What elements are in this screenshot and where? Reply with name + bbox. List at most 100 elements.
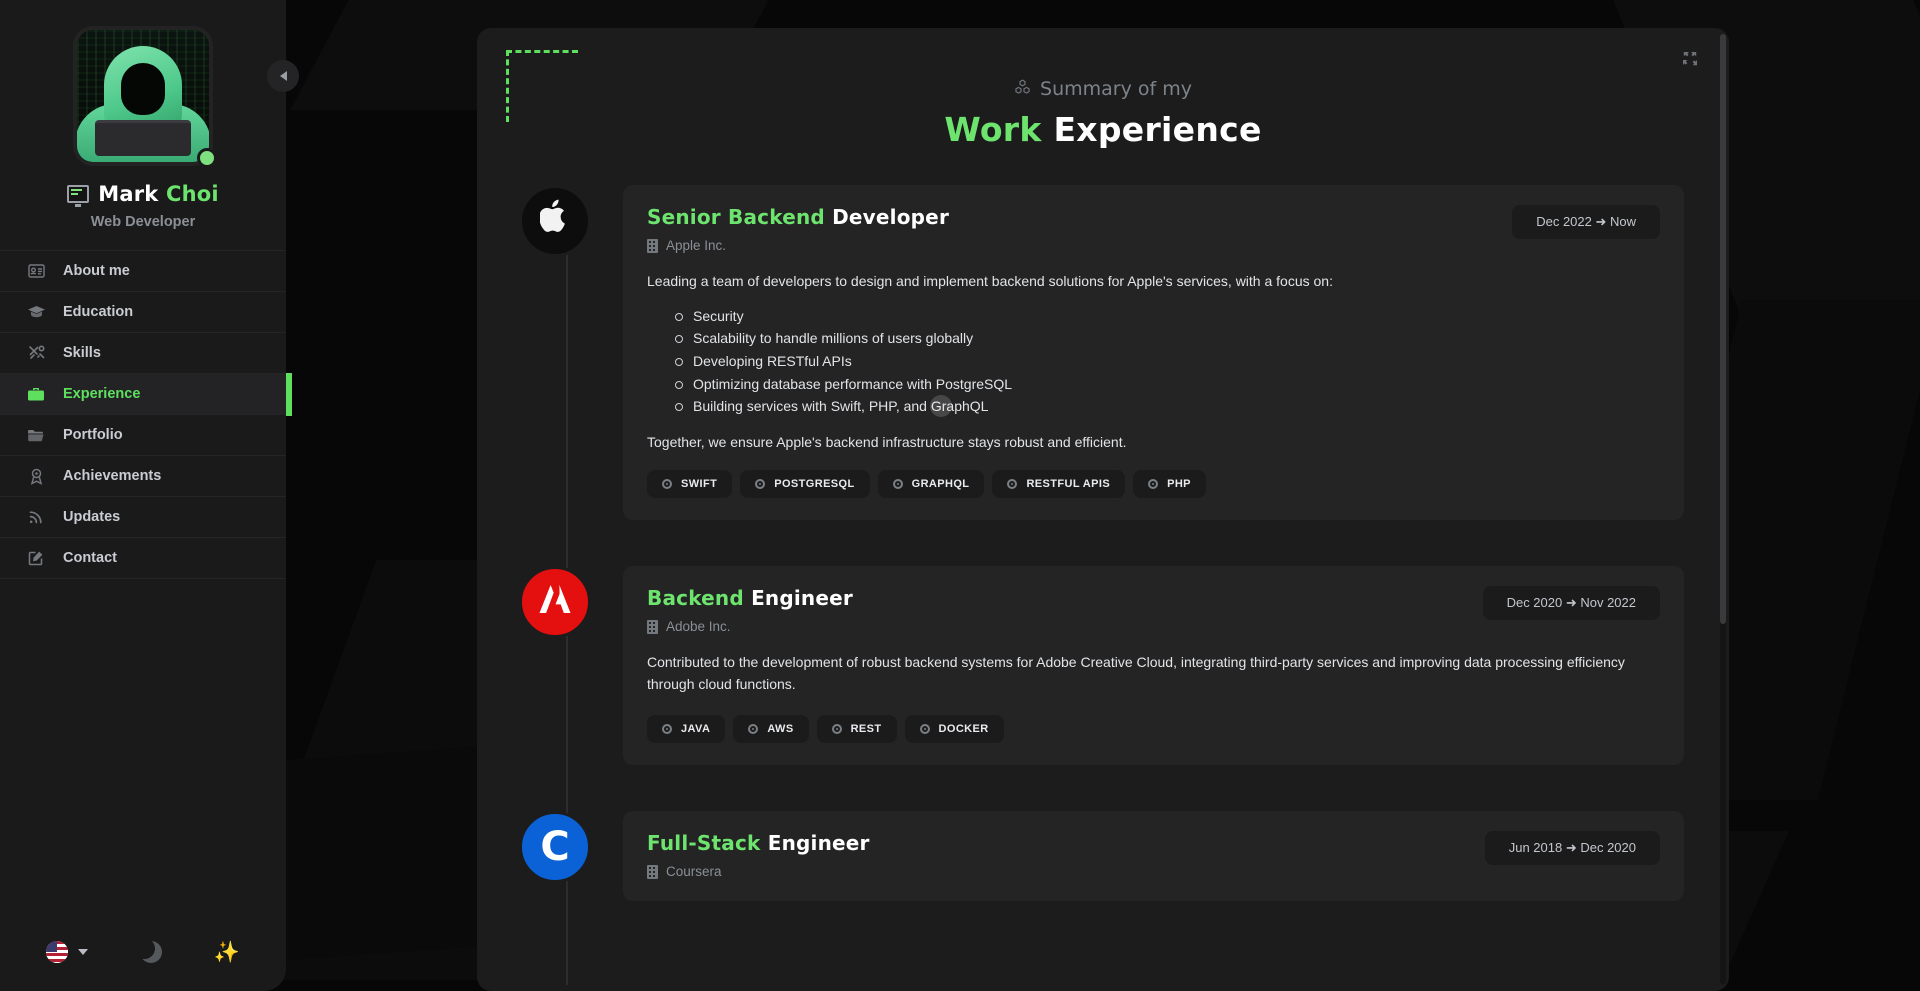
job-bullet-list: Security Scalability to handle millions …: [675, 305, 1660, 418]
job-title: Senior Backend Developer: [647, 205, 949, 229]
job-title: Full-Stack Engineer: [647, 831, 870, 855]
coursera-logo-glyph: C: [540, 824, 570, 871]
tag-label: REST: [850, 723, 882, 736]
card-heading-group: Backend Engineer Adobe Inc.: [647, 586, 853, 634]
profile-first-name: Mark: [98, 182, 159, 206]
tag-dot-icon: [1148, 479, 1159, 490]
id-card-icon: [25, 261, 47, 281]
sidebar-item-education[interactable]: Education: [0, 292, 286, 333]
page-title: Work Experience: [477, 110, 1729, 149]
sidebar-footer: ✨: [0, 913, 286, 991]
apple-logo-glyph: [539, 199, 570, 239]
tag-list: SWIFT POSTGRESQL GRAPHQL RESTFUL APIS PH…: [647, 470, 1660, 499]
pen-square-icon: [25, 548, 47, 568]
panel-header: Summary of my Work Experience: [477, 28, 1729, 149]
sidebar-item-label: About me: [63, 263, 130, 279]
magic-wand-icon[interactable]: ✨: [214, 942, 240, 963]
sidebar-collapse-button[interactable]: [267, 60, 299, 92]
card-header: Backend Engineer Adobe Inc. Dec 2020 ➜ N…: [647, 586, 1660, 634]
sidebar-item-label: Skills: [63, 345, 101, 361]
tools-icon: [25, 343, 47, 363]
monitor-icon: [67, 185, 90, 207]
timeline-item: Backend Engineer Adobe Inc. Dec 2020 ➜ N…: [477, 566, 1684, 766]
job-title-accent: Backend: [647, 586, 744, 611]
tag-dot-icon: [919, 724, 930, 735]
building-icon: [647, 238, 658, 253]
sidebar-item-achievements[interactable]: Achievements: [0, 456, 286, 497]
list-item: Security: [675, 305, 1660, 328]
tag-label: PHP: [1167, 478, 1191, 491]
sidebar-item-contact[interactable]: Contact: [0, 538, 286, 579]
page-title-accent: Work: [944, 110, 1042, 149]
tag-chip[interactable]: GRAPHQL: [877, 470, 985, 499]
tag-label: RESTFUL APIS: [1026, 478, 1111, 491]
panel-scrollbar-thumb[interactable]: [1720, 34, 1726, 624]
sidebar-item-label: Updates: [63, 509, 121, 525]
card-header: Full-Stack Engineer Coursera Jun 2018 ➜ …: [647, 831, 1660, 879]
briefcase-icon: [25, 384, 47, 404]
page-title-main: Experience: [1053, 110, 1262, 149]
panel-kicker: Summary of my: [477, 78, 1729, 100]
sidebar-nav: About me Education Skills Experience Por…: [0, 250, 292, 579]
sidebar-item-updates[interactable]: Updates: [0, 497, 286, 538]
tag-label: SWIFT: [681, 478, 718, 491]
job-title-accent: Senior Backend: [647, 205, 825, 229]
sidebar-item-portfolio[interactable]: Portfolio: [0, 415, 286, 456]
experience-card: Full-Stack Engineer Coursera Jun 2018 ➜ …: [623, 811, 1684, 902]
tag-chip[interactable]: PHP: [1133, 470, 1206, 499]
job-description: Leading a team of developers to design a…: [647, 273, 1333, 289]
tag-label: POSTGRESQL: [774, 478, 855, 491]
experience-card: Senior Backend Developer Apple Inc. Dec …: [623, 185, 1684, 521]
cubes-icon: [1014, 79, 1031, 100]
tag-label: GRAPHQL: [911, 478, 970, 491]
tag-list: JAVA AWS REST DOCKER: [647, 715, 1660, 744]
moon-icon[interactable]: [133, 938, 162, 963]
date-badge: Jun 2018 ➜ Dec 2020: [1484, 831, 1660, 866]
tag-dot-icon: [748, 724, 759, 735]
panel-kicker-text: Summary of my: [1040, 78, 1192, 100]
tag-label: DOCKER: [938, 723, 989, 736]
sidebar-item-skills[interactable]: Skills: [0, 333, 286, 374]
job-description: Contributed to the development of robust…: [647, 654, 1625, 692]
tag-chip[interactable]: DOCKER: [904, 715, 1004, 744]
apple-logo: [519, 185, 591, 257]
company-name: Coursera: [666, 864, 722, 880]
sidebar-item-experience[interactable]: Experience: [0, 373, 292, 416]
tag-chip[interactable]: JAVA: [647, 715, 726, 744]
date-badge: Dec 2022 ➜ Now: [1512, 205, 1660, 239]
tag-chip[interactable]: REST: [816, 715, 897, 744]
sidebar-item-about-me[interactable]: About me: [0, 251, 286, 292]
tag-dot-icon: [662, 479, 672, 490]
sidebar: Mark Choi Web Developer About me Educati…: [0, 0, 292, 991]
main-panel: Summary of my Work Experience Senior Bac…: [477, 28, 1729, 991]
company-name: Adobe Inc.: [666, 619, 731, 635]
card-heading-group: Full-Stack Engineer Coursera: [647, 831, 870, 879]
job-title-main: Engineer: [767, 831, 870, 856]
profile-name-row: Mark Choi: [0, 182, 286, 207]
avatar: [73, 26, 213, 166]
tag-label: AWS: [767, 723, 794, 736]
job-outro: Together, we ensure Apple's backend infr…: [647, 434, 1127, 451]
language-selector[interactable]: [45, 941, 88, 963]
list-item: Developing RESTful APIs: [675, 350, 1660, 373]
chevron-left-icon: [279, 71, 287, 81]
profile-role: Web Developer: [90, 214, 196, 230]
date-badge: Dec 2020 ➜ Nov 2022: [1482, 586, 1660, 621]
graduation-cap-icon: [25, 302, 47, 322]
tag-chip[interactable]: RESTFUL APIS: [992, 470, 1126, 499]
expand-arrows-icon: [1683, 52, 1697, 66]
tag-dot-icon: [662, 724, 672, 735]
company-row: Coursera: [647, 864, 870, 879]
expand-button[interactable]: [1673, 42, 1707, 76]
tag-dot-icon: [755, 479, 766, 490]
experience-timeline: Senior Backend Developer Apple Inc. Dec …: [477, 185, 1729, 985]
building-icon: [647, 619, 658, 634]
tag-chip[interactable]: POSTGRESQL: [740, 470, 870, 499]
company-name: Apple Inc.: [666, 238, 727, 253]
experience-card: Backend Engineer Adobe Inc. Dec 2020 ➜ N…: [623, 566, 1684, 766]
tag-chip[interactable]: SWIFT: [647, 470, 733, 499]
timeline-item: C Full-Stack Engineer Coursera Jun 2018 …: [477, 811, 1684, 902]
medal-icon: [25, 466, 47, 486]
adobe-logo-glyph: [538, 582, 572, 622]
tag-chip[interactable]: AWS: [733, 715, 809, 744]
